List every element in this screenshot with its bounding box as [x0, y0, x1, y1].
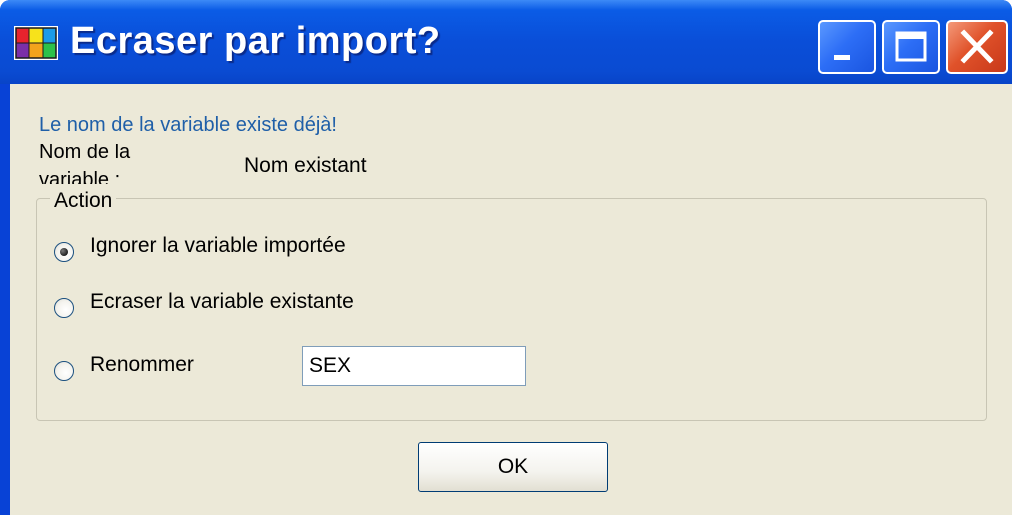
close-button[interactable] [946, 20, 1008, 74]
existing-variable-name: Nom existant [244, 154, 367, 177]
dialog-body: Le nom de la variable existe déjà! Nom d… [10, 84, 1012, 515]
ok-button[interactable]: OK [418, 442, 608, 492]
radio-label-overwrite[interactable]: Ecraser la variable existante [90, 290, 354, 314]
variable-name-label-container: Nom de la variable : [39, 144, 179, 184]
radio-label-ignore[interactable]: Ignorer la variable importée [90, 234, 346, 258]
radio-button[interactable] [54, 361, 74, 381]
minimize-button[interactable] [818, 20, 876, 74]
radio-button-checked[interactable] [54, 242, 74, 262]
variable-name-label: Nom de la variable : [39, 144, 131, 184]
action-legend: Action [50, 189, 117, 213]
dialog-window: Ecraser par import? Le nom de la variabl… [0, 0, 1012, 515]
warning-message: Le nom de la variable existe déjà! [39, 114, 337, 136]
radio-label-rename[interactable]: Renommer [90, 353, 194, 377]
radio-button[interactable] [54, 298, 74, 318]
title-bar[interactable]: Ecraser par import? [0, 0, 1012, 84]
rename-input[interactable] [302, 346, 526, 386]
window-title: Ecraser par import? [70, 20, 441, 62]
app-icon [14, 24, 58, 62]
maximize-button[interactable] [882, 20, 940, 74]
